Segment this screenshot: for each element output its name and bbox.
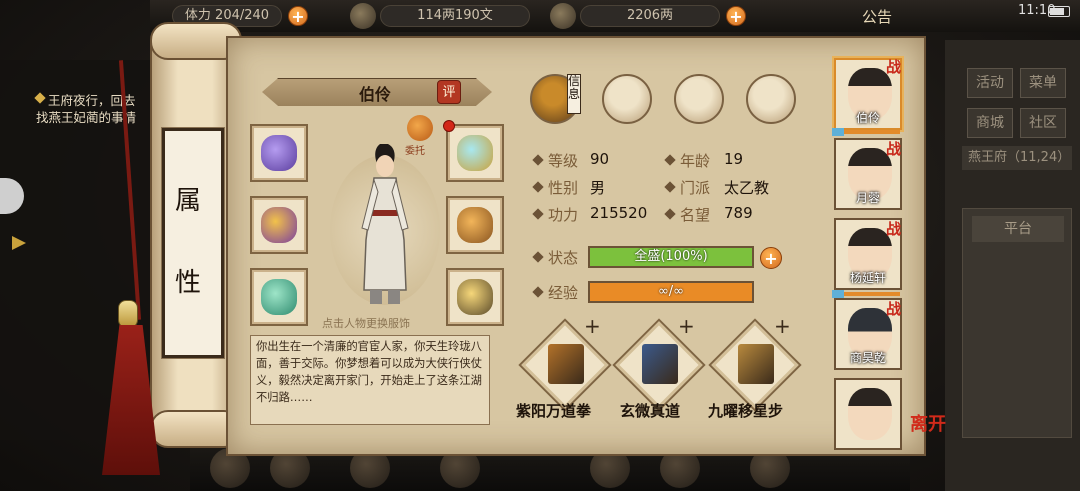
- skill-book-icon: [548, 344, 584, 384]
- level-tag-icon: [832, 128, 844, 136]
- status-text: 全盛(100%): [634, 249, 708, 264]
- team-member-name: 杨延轩: [849, 271, 886, 285]
- sect-label: 门派: [680, 179, 711, 197]
- equip-slot-gloves[interactable]: [250, 124, 308, 182]
- equip-slot-amulet[interactable]: [446, 268, 504, 326]
- member-exp-bar: [844, 130, 900, 134]
- power-value: 215520: [590, 204, 648, 222]
- tab-bagua-icon[interactable]: [674, 74, 724, 124]
- battle-badge: 战: [886, 300, 902, 318]
- gold-ingot-icon: [550, 3, 576, 29]
- skill-name-2: 玄微真道: [620, 402, 681, 420]
- exp-text: ∞/∞: [657, 284, 685, 299]
- age-value: 19: [724, 150, 744, 168]
- fame-label: 名望: [680, 206, 711, 224]
- platform-button[interactable]: 平台: [972, 216, 1064, 242]
- scroll-title-char-1: 属: [175, 186, 202, 216]
- skill-add-3[interactable]: +: [774, 314, 791, 338]
- skill-book-icon: [738, 344, 774, 384]
- platform-panel: [962, 208, 1072, 438]
- tab-meridian-icon[interactable]: [746, 74, 796, 124]
- restore-status-button[interactable]: +: [760, 247, 782, 269]
- gold-counter: 2206两: [580, 5, 720, 27]
- tassel-bead: [118, 300, 138, 328]
- gender-label: 性别: [548, 179, 579, 197]
- skill-book-icon: [642, 344, 678, 384]
- equip-slot-helmet[interactable]: [250, 196, 308, 254]
- add-gold-button[interactable]: +: [726, 6, 746, 26]
- commission-icon[interactable]: [407, 115, 433, 141]
- amulet-icon: [457, 279, 493, 315]
- scroll-title-char-2: 性: [175, 268, 202, 298]
- exp-bar: ∞/∞: [588, 281, 754, 303]
- skill-add-2[interactable]: +: [678, 314, 695, 338]
- location-label: 燕王府（11,24）: [962, 146, 1072, 170]
- battle-badge: 战: [886, 58, 902, 76]
- status-bar: 全盛(100%): [588, 246, 754, 268]
- battle-badge: 战: [886, 220, 902, 238]
- top-hud: 体力 204/240 + 114两190文 2206两 +: [150, 0, 1080, 32]
- outfit-tip: 点击人物更换服饰: [322, 317, 410, 330]
- leave-button[interactable]: 离开: [910, 410, 946, 436]
- scroll-title-box: [161, 127, 225, 359]
- notification-dot: [443, 120, 455, 132]
- gloves-icon: [261, 135, 297, 171]
- community-button[interactable]: 社区: [1020, 108, 1066, 138]
- ring-icon: [261, 279, 297, 315]
- menu-button[interactable]: 菜单: [1020, 68, 1066, 98]
- tab-info-label: 信息: [567, 74, 581, 114]
- tab-scroll-icon[interactable]: [602, 74, 652, 124]
- rate-button[interactable]: 评: [437, 80, 461, 104]
- equip-slot-armor[interactable]: [446, 196, 504, 254]
- team-member-name: 伯伶: [855, 111, 880, 125]
- level-label: 等级: [548, 152, 579, 170]
- sect-value: 太乙教: [724, 179, 770, 197]
- status-label: 状态: [548, 249, 579, 267]
- silver-ingot-icon: [350, 3, 376, 29]
- gender-value: 男: [590, 179, 606, 197]
- battery-icon: [1048, 6, 1070, 17]
- exp-label: 经验: [548, 284, 579, 302]
- level-tag-icon: [832, 290, 844, 298]
- equip-slot-belt[interactable]: [446, 124, 504, 182]
- portrait-face: [848, 388, 892, 440]
- shop-button[interactable]: 商城: [967, 108, 1013, 138]
- character-figure[interactable]: [350, 140, 420, 310]
- character-description: 你出生在一个清廉的官宦人家，你天生玲珑八面，善于交际。你梦想着可以成为大侠行侠仗…: [256, 340, 482, 404]
- age-label: 年龄: [680, 152, 711, 170]
- skill-add-1[interactable]: +: [584, 314, 601, 338]
- fame-value: 789: [724, 204, 753, 222]
- member-exp-bar: [844, 292, 900, 296]
- silver-counter: 114两190文: [380, 5, 530, 27]
- skill-name-1: 紫阳万道拳: [516, 402, 592, 420]
- notice-button[interactable]: 公告: [862, 6, 892, 27]
- power-label: 功力: [548, 206, 579, 224]
- skill-name-3: 九曜移星步: [708, 402, 784, 420]
- helmet-icon: [261, 207, 297, 243]
- team-member-5[interactable]: [834, 378, 902, 450]
- commission-label: 委托: [405, 146, 425, 157]
- character-name: 伯伶: [358, 85, 391, 104]
- level-value: 90: [590, 150, 610, 168]
- equip-slot-ring[interactable]: [250, 268, 308, 326]
- activity-button[interactable]: 活动: [967, 68, 1013, 98]
- battle-badge: 战: [886, 140, 902, 158]
- team-member-name: 月蓉: [855, 191, 880, 205]
- add-stamina-button[interactable]: +: [288, 6, 308, 26]
- team-member-name: 商昊乾: [849, 351, 886, 365]
- armor-icon: [457, 207, 493, 243]
- belt-icon: [457, 135, 493, 171]
